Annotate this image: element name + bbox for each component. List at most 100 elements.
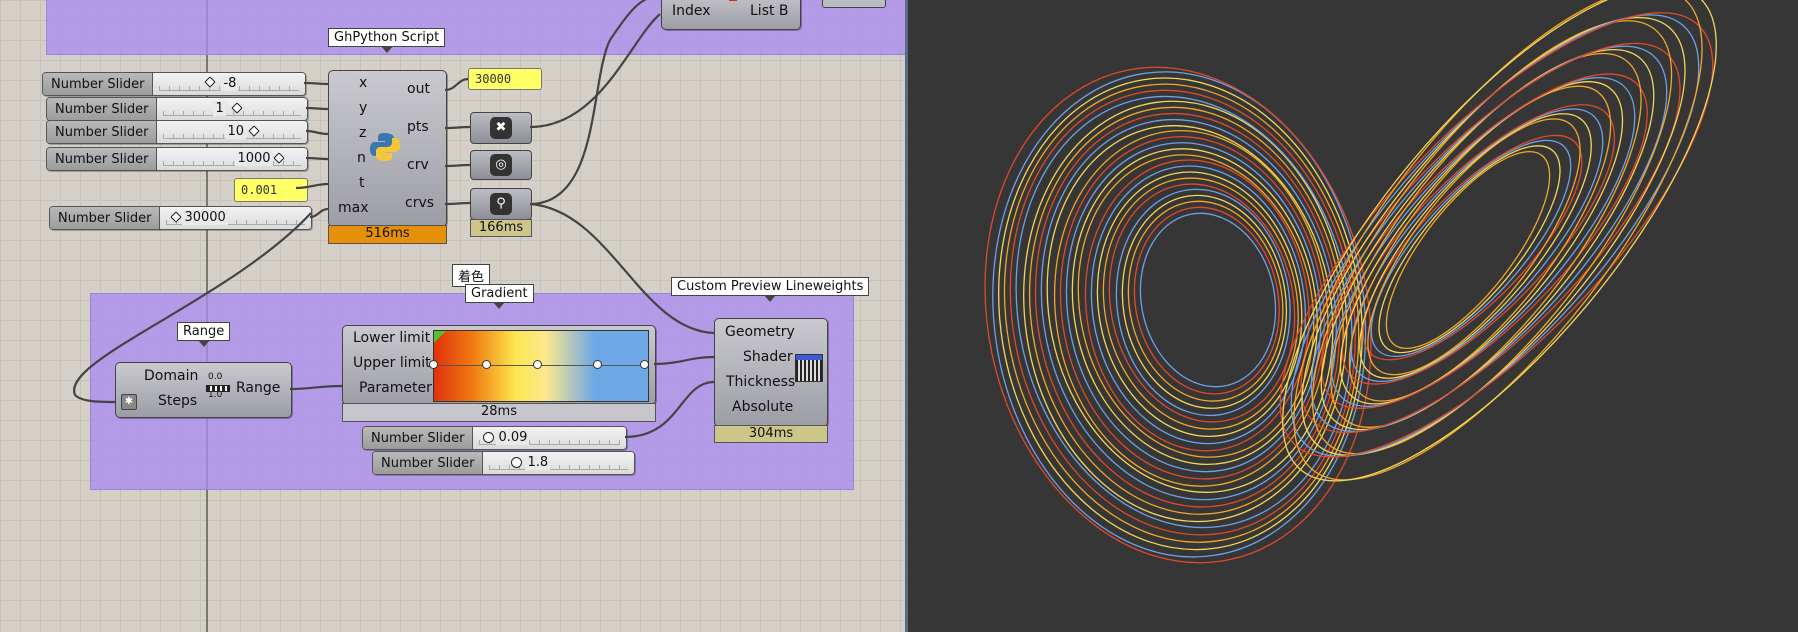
- ghpython-timer: 516ms: [328, 225, 447, 244]
- slider-track[interactable]: 30000: [160, 207, 311, 229]
- slider-track[interactable]: -8: [153, 73, 305, 95]
- index-value: 1: [717, 0, 725, 1]
- curve-preview-component[interactable]: ◎: [470, 150, 532, 180]
- input-parameter[interactable]: Parameter: [359, 380, 432, 396]
- point-component[interactable]: ✖: [470, 112, 532, 144]
- gradient-timer: 28ms: [342, 403, 656, 422]
- wrench-icon: ⚲: [490, 193, 512, 215]
- wire: [303, 81, 329, 86]
- slider-track[interactable]: 10: [157, 121, 307, 143]
- slider-value: -8: [221, 76, 239, 91]
- custom-preview-component[interactable]: Geometry Shader Thickness Absolute: [714, 318, 828, 427]
- slider-label: Number Slider: [47, 121, 158, 143]
- gradient-grip[interactable]: [533, 360, 542, 369]
- number-slider-x[interactable]: Number Slider -8: [42, 72, 306, 96]
- lineweight-icon: [795, 354, 823, 382]
- panel-out[interactable]: 30000: [468, 68, 542, 90]
- input-z[interactable]: z: [359, 125, 366, 141]
- input-x[interactable]: x: [359, 75, 367, 91]
- input-lower-limit[interactable]: Lower limit: [353, 330, 430, 346]
- slider-value: 1.8: [525, 455, 551, 470]
- input-t[interactable]: t: [359, 175, 365, 191]
- gradient-grip[interactable]: [640, 360, 649, 369]
- attractor-curve: [992, 71, 1367, 558]
- rhino-viewport[interactable]: [908, 0, 1798, 632]
- input-thickness[interactable]: Thickness: [726, 374, 795, 390]
- input-y[interactable]: y: [359, 100, 367, 116]
- gradient-title-tag: Gradient: [465, 284, 534, 309]
- gradient-grip[interactable]: [482, 360, 491, 369]
- input-shader[interactable]: Shader: [743, 349, 793, 365]
- slider-label: Number Slider: [47, 148, 158, 170]
- lorenz-attractor-preview: [984, 0, 1717, 564]
- slider-label: Number Slider: [50, 207, 161, 229]
- slider-value: 0.09: [496, 430, 530, 445]
- gradient-swatch[interactable]: [429, 330, 649, 402]
- slider-track[interactable]: 0.09: [473, 427, 626, 449]
- slider-track[interactable]: 1: [157, 98, 307, 120]
- gradient-grip[interactable]: [593, 360, 602, 369]
- grasshopper-canvas[interactable]: Index List B 1 GhPython Script Number Sl…: [0, 0, 905, 632]
- wire: [305, 106, 329, 111]
- domain-top-value: 0.0: [208, 372, 223, 382]
- output-out[interactable]: out: [407, 81, 430, 97]
- wire: [444, 77, 469, 92]
- wire: [444, 125, 471, 130]
- wire: [444, 163, 471, 168]
- slider-value: 1: [213, 101, 226, 116]
- index-input-label: Index: [672, 3, 711, 19]
- wire: [305, 129, 329, 136]
- slider-value: 1000: [235, 151, 273, 166]
- list-item-icon: [729, 0, 737, 1]
- slider-track[interactable]: 1.8: [483, 452, 634, 474]
- number-slider-width[interactable]: Number Slider 1.8: [372, 451, 635, 475]
- curve-icon: ◎: [490, 154, 512, 176]
- slider-value: 30000: [182, 210, 228, 225]
- range-title-tag: Range: [177, 322, 231, 347]
- gradient-component[interactable]: Lower limit Upper limit Parameter: [342, 325, 656, 405]
- partial-component[interactable]: [822, 0, 886, 8]
- input-upper-limit[interactable]: Upper limit: [353, 355, 431, 371]
- gear-icon: ✱: [121, 394, 137, 410]
- slider-label: Number Slider: [373, 452, 484, 474]
- slider-track[interactable]: 1000: [157, 148, 307, 170]
- panel-t[interactable]: 0.001: [234, 178, 308, 202]
- gradient-grip[interactable]: [429, 360, 438, 369]
- input-max[interactable]: max: [338, 200, 369, 216]
- components-timer: 166ms: [470, 219, 532, 237]
- slider-label: Number Slider: [43, 73, 154, 95]
- attractor-curve: [1293, 0, 1703, 481]
- ghpython-title-tag: GhPython Script: [328, 28, 446, 53]
- range-icon: [206, 385, 230, 392]
- gradient-preset-icon: [434, 331, 446, 343]
- number-slider-y[interactable]: Number Slider 1: [46, 97, 308, 121]
- wire: [444, 201, 471, 206]
- listb-output-label: List B: [750, 3, 789, 19]
- input-n[interactable]: n: [357, 150, 366, 166]
- output-range[interactable]: Range: [236, 380, 280, 396]
- number-slider-max[interactable]: Number Slider 30000: [49, 206, 312, 230]
- output-crvs[interactable]: crvs: [405, 195, 434, 211]
- number-slider-n[interactable]: Number Slider 1000: [46, 147, 308, 171]
- attractor-curve: [1290, 14, 1700, 457]
- wire: [309, 207, 329, 219]
- number-slider-z[interactable]: Number Slider 10: [46, 120, 308, 144]
- range-component[interactable]: Domain Steps Range 0.0 1.0 ✱: [115, 362, 292, 418]
- wire: [305, 156, 329, 161]
- output-crv[interactable]: crv: [407, 157, 429, 173]
- list-item-component[interactable]: Index List B 1: [661, 0, 801, 30]
- ghpython-component[interactable]: x y z n t max out pts crv crvs: [328, 70, 447, 227]
- slider-value: 10: [225, 124, 246, 139]
- preview-timer: 304ms: [714, 425, 828, 443]
- input-absolute[interactable]: Absolute: [732, 399, 793, 415]
- output-pts[interactable]: pts: [407, 119, 429, 135]
- polyline-component[interactable]: ⚲: [470, 188, 532, 220]
- input-domain[interactable]: Domain: [144, 368, 198, 384]
- attractor-curve: [1121, 194, 1288, 409]
- input-steps[interactable]: Steps: [158, 393, 197, 409]
- number-slider-thickness[interactable]: Number Slider 0.09: [362, 426, 627, 450]
- close-x-icon: ✖: [490, 117, 512, 139]
- input-geometry[interactable]: Geometry: [725, 324, 795, 340]
- slider-label: Number Slider: [363, 427, 474, 449]
- slider-label: Number Slider: [47, 98, 158, 120]
